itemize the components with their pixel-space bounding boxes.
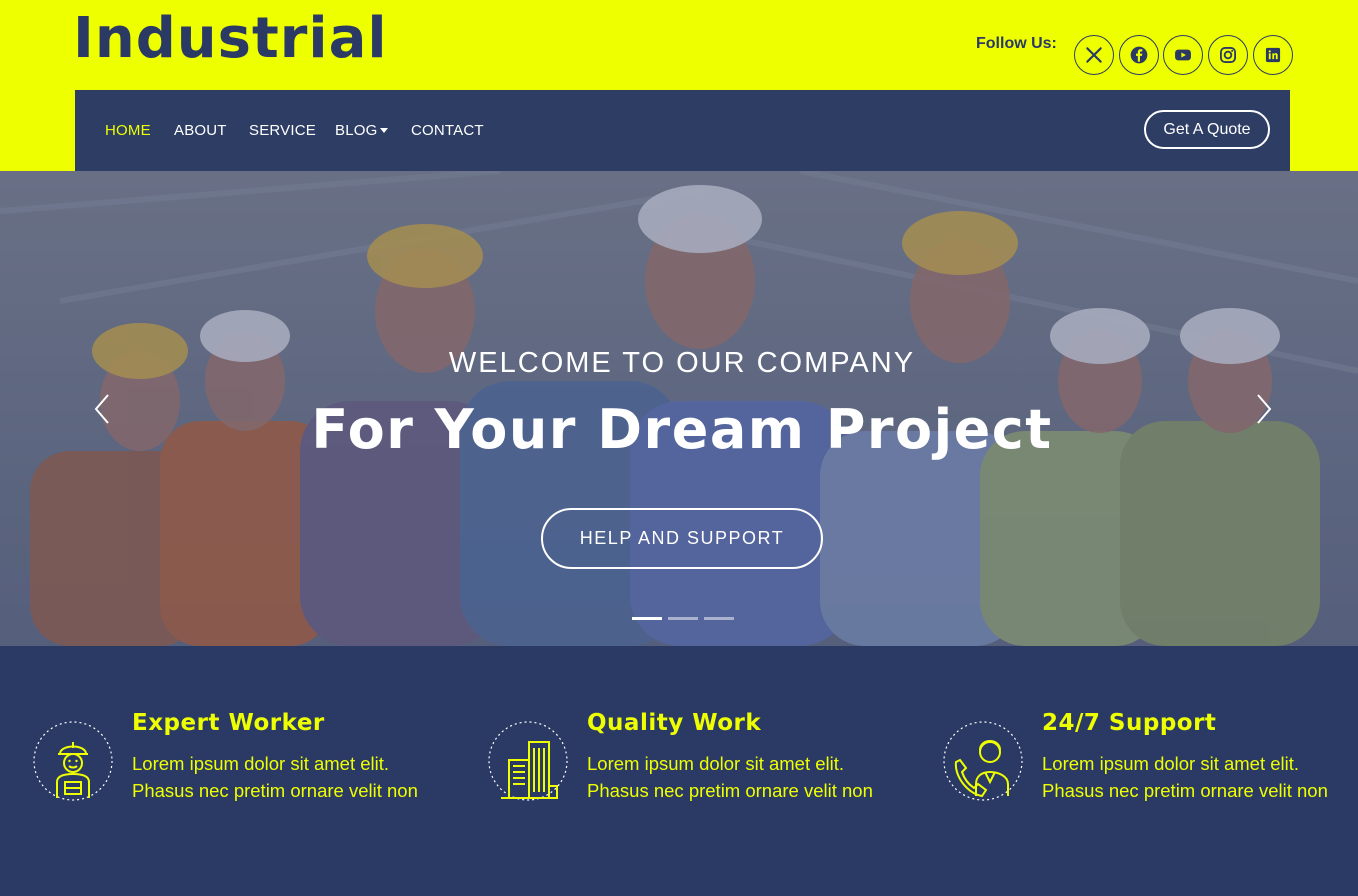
linkedin-link[interactable] <box>1253 35 1293 75</box>
feature-icon-wrap <box>942 720 1024 802</box>
hero-title: For Your Dream Project <box>311 398 1053 461</box>
worker-icon <box>33 721 113 801</box>
feature-text: Lorem ipsum dolor sit amet elit. Phasus … <box>132 753 418 801</box>
nav-home[interactable]: HOME <box>105 122 151 140</box>
facebook-link[interactable] <box>1119 35 1159 75</box>
nav-blog-dropdown[interactable]: BLOG <box>335 122 389 140</box>
feature-title: Expert Worker <box>132 710 325 736</box>
feature-text: Lorem ipsum dolor sit amet elit. Phasus … <box>1042 753 1328 801</box>
nav-about[interactable]: ABOUT <box>174 122 227 140</box>
carousel-indicator-2[interactable] <box>668 617 698 620</box>
youtube-link[interactable] <box>1163 35 1203 75</box>
carousel-indicator-1[interactable] <box>632 617 662 620</box>
feature-icon-wrap <box>32 720 114 802</box>
x-twitter-link[interactable] <box>1074 35 1114 75</box>
x-twitter-icon <box>1086 47 1102 63</box>
follow-us-label: Follow Us: <box>976 35 1057 52</box>
instagram-link[interactable] <box>1208 35 1248 75</box>
feature-support: 24/7 Support Lorem ipsum dolor sit amet … <box>942 710 1358 840</box>
carousel-indicator-3[interactable] <box>704 617 734 620</box>
feature-quality-work: Quality Work Lorem ipsum dolor sit amet … <box>487 710 907 840</box>
main-navbar: HOME ABOUT SERVICE BLOG CONTACT Get A Qu… <box>75 90 1290 171</box>
feature-title: Quality Work <box>587 710 762 736</box>
get-a-quote-button[interactable]: Get A Quote <box>1144 110 1270 149</box>
feature-text: Lorem ipsum dolor sit amet elit. Phasus … <box>587 753 873 801</box>
facebook-icon <box>1130 46 1148 64</box>
feature-icon-wrap <box>487 720 569 802</box>
nav-contact[interactable]: CONTACT <box>411 122 484 140</box>
linkedin-icon <box>1265 47 1281 63</box>
instagram-icon <box>1220 47 1236 63</box>
caret-down-icon <box>380 127 389 133</box>
features-section: Expert Worker Lorem ipsum dolor sit amet… <box>0 646 1358 896</box>
brand-logo[interactable]: Industrial <box>73 6 388 72</box>
buildings-icon <box>488 721 568 801</box>
youtube-icon <box>1175 49 1191 61</box>
feature-title: 24/7 Support <box>1042 710 1217 736</box>
nav-service[interactable]: SERVICE <box>249 122 316 140</box>
hero-subtitle: WELCOME TO OUR COMPANY <box>448 347 916 379</box>
nav-blog-label: BLOG <box>335 122 378 139</box>
hero-carousel: WELCOME TO OUR COMPANY For Your Dream Pr… <box>0 171 1358 646</box>
help-and-support-button[interactable]: HELP AND SUPPORT <box>541 508 823 569</box>
support-agent-icon <box>943 721 1023 801</box>
feature-expert-worker: Expert Worker Lorem ipsum dolor sit amet… <box>32 710 452 840</box>
